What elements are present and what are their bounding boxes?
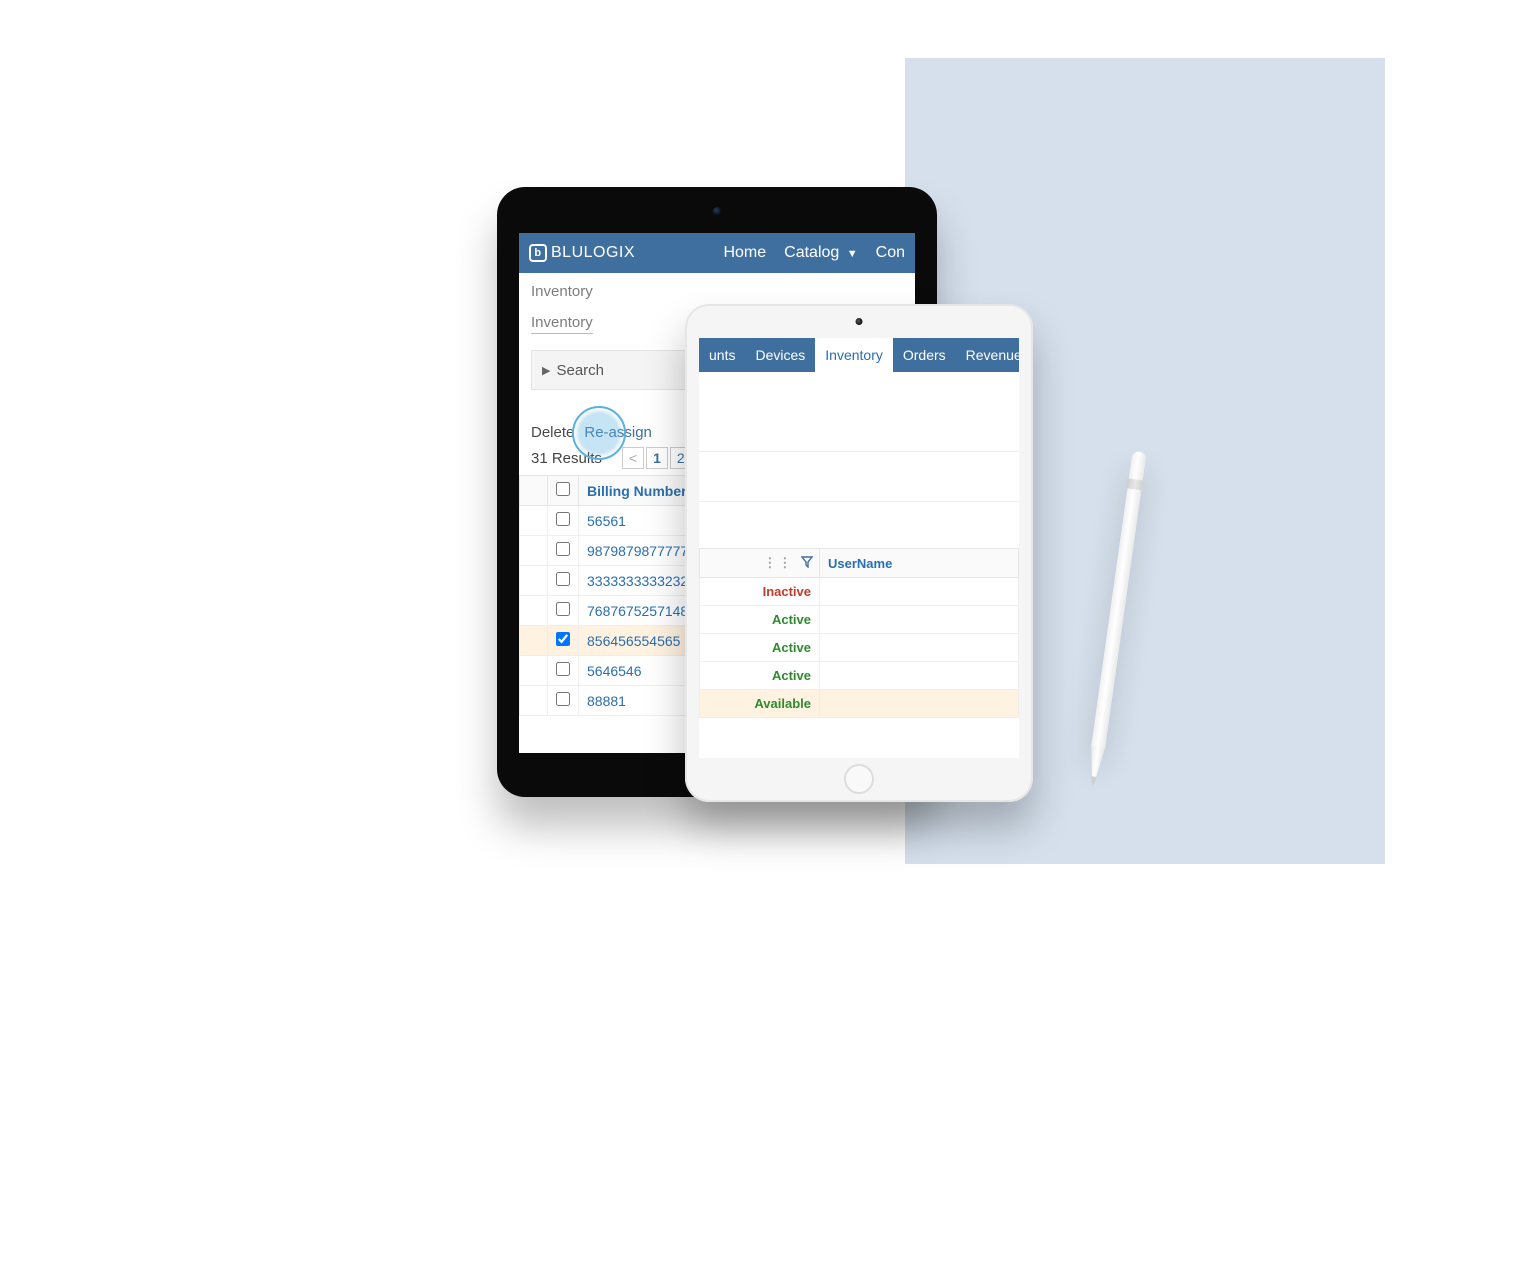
row-lead	[520, 656, 548, 686]
row-checkbox-cell[interactable]	[548, 506, 579, 536]
row-checkbox[interactable]	[556, 662, 570, 676]
status-row[interactable]: Available	[700, 690, 1019, 718]
tablet-camera	[713, 207, 721, 215]
tabs-bar: unts Devices Inventory Orders Revenue▼	[699, 338, 1019, 372]
tablet-white-camera	[856, 318, 863, 325]
tablet-white-screen: unts Devices Inventory Orders Revenue▼ ⋮⋮ Us…	[699, 338, 1019, 758]
navbar: b BLULOGIX Home Catalog ▼ Con	[519, 233, 915, 273]
username-cell	[820, 606, 1019, 634]
status-cell: Inactive	[700, 578, 820, 606]
status-header-tools[interactable]: ⋮⋮	[700, 549, 820, 578]
status-row[interactable]: Active	[700, 662, 1019, 690]
search-label: Search	[556, 362, 604, 379]
tab-label: Orders	[903, 347, 946, 363]
row-lead	[520, 566, 548, 596]
row-checkbox[interactable]	[556, 572, 570, 586]
reassign-button[interactable]: Re-assign	[584, 424, 652, 441]
username-cell	[820, 634, 1019, 662]
filter-icon[interactable]	[801, 556, 811, 566]
username-header[interactable]: UserName	[820, 549, 1019, 578]
status-cell: Available	[700, 690, 820, 718]
tab-unts[interactable]: unts	[699, 338, 745, 372]
status-row[interactable]: Active	[700, 606, 1019, 634]
table-header-blank	[520, 476, 548, 506]
status-cell: Active	[700, 662, 820, 690]
row-lead	[520, 506, 548, 536]
tab-revenue[interactable]: Revenue▼	[956, 338, 1019, 372]
status-row[interactable]: Active	[700, 634, 1019, 662]
row-lead	[520, 536, 548, 566]
reassign-label: Re-assign	[584, 424, 652, 441]
nav-catalog[interactable]: Catalog ▼	[784, 244, 858, 262]
nav-home[interactable]: Home	[723, 244, 766, 262]
home-button-icon[interactable]	[844, 764, 874, 794]
row-checkbox-cell[interactable]	[548, 626, 579, 656]
status-table: ⋮⋮ UserName InactiveActiveActiveActiveAv…	[699, 548, 1019, 718]
username-cell	[820, 578, 1019, 606]
tab-orders[interactable]: Orders	[893, 338, 956, 372]
caret-down-icon: ▼	[847, 248, 858, 260]
table-header-checkbox[interactable]	[548, 476, 579, 506]
drag-handle-icon[interactable]: ⋮⋮	[763, 555, 793, 570]
delete-button[interactable]: Delete	[531, 424, 574, 441]
pager-prev[interactable]: <	[622, 447, 644, 469]
content-band-1	[699, 372, 1019, 452]
row-checkbox-cell[interactable]	[548, 686, 579, 716]
breadcrumb-1[interactable]: Inventory	[531, 283, 903, 300]
content-band-2	[699, 452, 1019, 502]
row-checkbox[interactable]	[556, 542, 570, 556]
username-cell	[820, 662, 1019, 690]
triangle-right-icon: ▶	[542, 364, 550, 377]
nav-catalog-label: Catalog	[784, 244, 839, 261]
tablet-white: unts Devices Inventory Orders Revenue▼ ⋮⋮ Us…	[685, 304, 1033, 802]
row-checkbox[interactable]	[556, 512, 570, 526]
status-cell: Active	[700, 634, 820, 662]
tab-label: unts	[709, 347, 735, 363]
nav-partial[interactable]: Con	[876, 244, 905, 262]
tab-devices[interactable]: Devices	[745, 338, 815, 372]
brand-logo-icon: b	[529, 244, 547, 262]
breadcrumb-2[interactable]: Inventory	[531, 314, 593, 334]
content-band-3	[699, 502, 1019, 548]
pager-page-1[interactable]: 1	[646, 447, 668, 469]
row-checkbox[interactable]	[556, 602, 570, 616]
row-lead	[520, 596, 548, 626]
row-checkbox-cell[interactable]	[548, 596, 579, 626]
row-checkbox-cell[interactable]	[548, 656, 579, 686]
row-lead	[520, 686, 548, 716]
tab-inventory[interactable]: Inventory	[815, 338, 893, 372]
tab-label: Revenue	[966, 347, 1019, 363]
row-checkbox-cell[interactable]	[548, 566, 579, 596]
row-checkbox[interactable]	[556, 632, 570, 646]
row-checkbox[interactable]	[556, 692, 570, 706]
row-lead	[520, 626, 548, 656]
status-cell: Active	[700, 606, 820, 634]
results-count: 31 Results	[531, 450, 602, 467]
status-row[interactable]: Inactive	[700, 578, 1019, 606]
tab-label: Devices	[755, 347, 805, 363]
tab-label: Inventory	[825, 347, 883, 363]
brand[interactable]: b BLULOGIX	[529, 244, 635, 262]
brand-text: BLULOGIX	[551, 244, 635, 262]
username-cell	[820, 690, 1019, 718]
select-all-checkbox[interactable]	[556, 482, 570, 496]
row-checkbox-cell[interactable]	[548, 536, 579, 566]
